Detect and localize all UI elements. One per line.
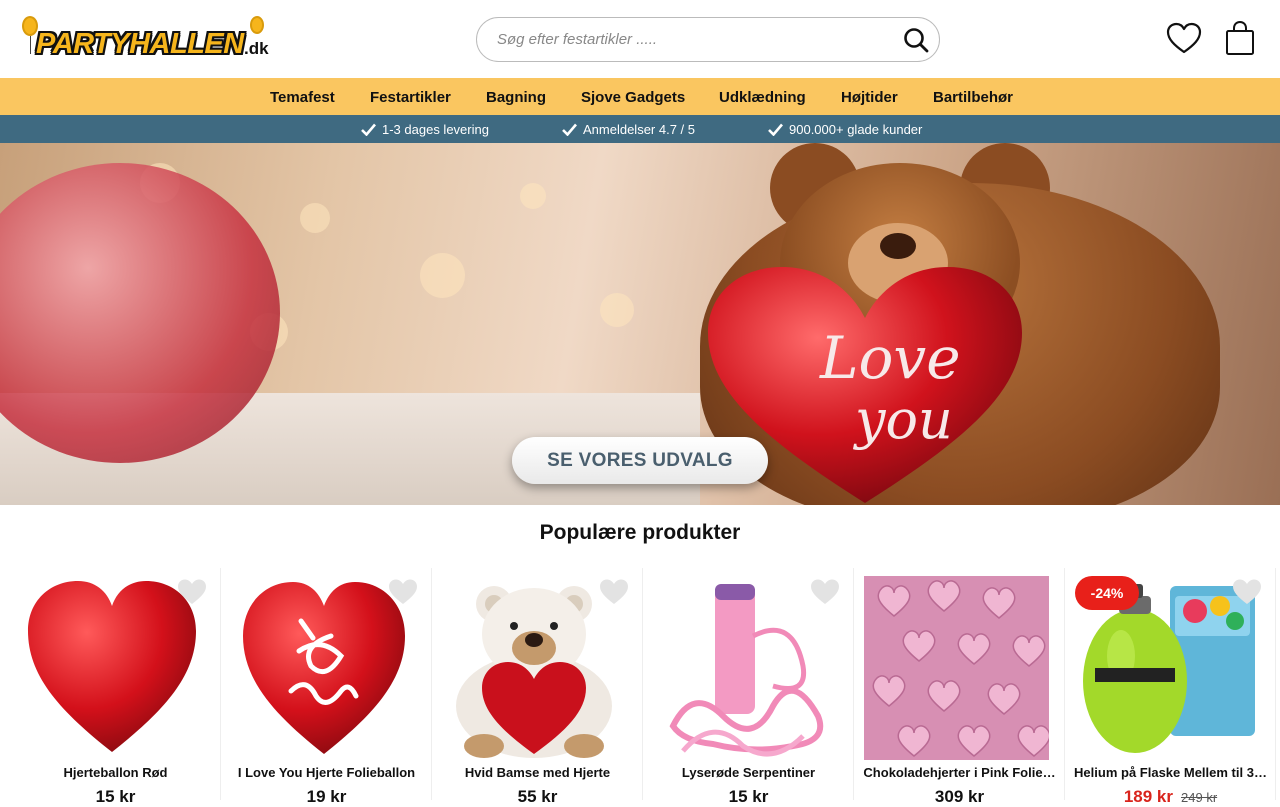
sale-price: 189 kr [1123,787,1174,806]
product-name[interactable]: I Love You Hjerte Folieballon [225,765,428,780]
nav-item-udklaedning[interactable]: Udklædning [719,89,806,106]
section-title: Populære produkter [539,521,741,544]
product-name[interactable]: Helium på Flaske Mellem til 3… [1069,765,1272,780]
balloon-icon [250,16,264,34]
nav-item-festartikler[interactable]: Festartikler [370,89,451,106]
product-name[interactable]: Chokoladehjerter i Pink Folie… [858,765,1061,780]
bokeh-light [420,253,465,298]
usp-label: 900.000+ glade kunder [789,122,923,137]
hero-banner[interactable]: Love you SE VORES UDVALG [0,143,1280,505]
check-icon [768,123,783,136]
heart-text: Love [819,324,961,392]
heart-text: you [853,388,953,451]
product-price: 55 kr [517,787,558,806]
favorite-heart-icon[interactable] [810,578,840,606]
nav-item-hojtider[interactable]: Højtider [841,89,898,106]
logo-text: PARTYHALLEN [36,28,244,60]
search-icon[interactable] [903,27,929,53]
teddy-nose [880,233,916,259]
nav-item-temafest[interactable]: Temafest [270,89,335,106]
balloon-string [30,36,31,54]
product-price: 19 kr [306,787,347,806]
check-icon [361,123,376,136]
discount-badge: -24% [1075,576,1139,610]
usp-item-customers: 900.000+ glade kunder [768,122,922,137]
shopping-bag-icon[interactable] [1224,20,1256,56]
bokeh-light [300,203,330,233]
search-input[interactable] [497,18,887,61]
main-nav: Temafest Festartikler Bagning Sjove Gadg… [0,78,1280,115]
bokeh-light [600,293,634,327]
usp-item-reviews: Anmeldelser 4.7 / 5 [562,122,695,137]
product-card[interactable]: Lyserøde Serpentiner 15 kr [643,568,854,806]
product-card[interactable]: I Love You Hjerte Folieballon 19 kr [221,568,432,806]
logo-tld: .dk [244,39,269,58]
old-price: 249 kr [1181,790,1218,805]
usp-label: 1-3 dages levering [382,122,489,137]
favorite-heart-icon[interactable] [599,578,629,606]
product-price: 189 kr 249 kr [1065,787,1276,807]
usp-bar: 1-3 dages levering Anmeldelser 4.7 / 5 9… [0,115,1280,143]
product-card[interactable]: Hvid Bamse med Hjerte 55 kr [432,568,643,806]
favorite-heart-icon[interactable] [177,578,207,606]
product-name[interactable]: Hvid Bamse med Hjerte [436,765,639,780]
product-price: 15 kr [728,787,769,806]
product-name[interactable]: Hjerteballon Rød [14,765,217,780]
product-card[interactable]: Hjerteballon Rød 15 kr [10,568,221,806]
product-card[interactable]: -24% Helium på Flaske Mellem til 3… 189 … [1065,568,1276,806]
product-name[interactable]: Lyserøde Serpentiner [647,765,850,780]
check-icon [562,123,577,136]
search-bar [476,17,940,62]
favorite-heart-icon[interactable] [388,578,418,606]
nav-item-bagning[interactable]: Bagning [486,89,546,106]
favorite-heart-icon[interactable] [1232,578,1262,606]
bokeh-light [520,183,546,209]
wishlist-heart-icon[interactable] [1166,21,1202,57]
site-logo[interactable]: PARTYHALLEN .dk [22,14,272,64]
usp-item-delivery: 1-3 dages levering [361,122,489,137]
site-header: PARTYHALLEN .dk [0,0,1280,78]
hero-cta-button[interactable]: SE VORES UDVALG [512,437,768,484]
nav-item-bartilbehor[interactable]: Bartilbehør [933,89,1013,106]
product-price: 309 kr [934,787,985,806]
usp-label: Anmeldelser 4.7 / 5 [583,122,696,137]
pink-chocolate-hearts [872,580,1049,757]
nav-item-sjove-gadgets[interactable]: Sjove Gadgets [581,89,685,106]
product-image[interactable] [864,576,1049,760]
product-price: 15 kr [95,787,136,806]
product-carousel: Hjerteballon Rød 15 kr I Love You Hjerte… [0,568,1280,806]
product-card[interactable]: Chokoladehjerter i Pink Folie… 309 kr [854,568,1065,806]
